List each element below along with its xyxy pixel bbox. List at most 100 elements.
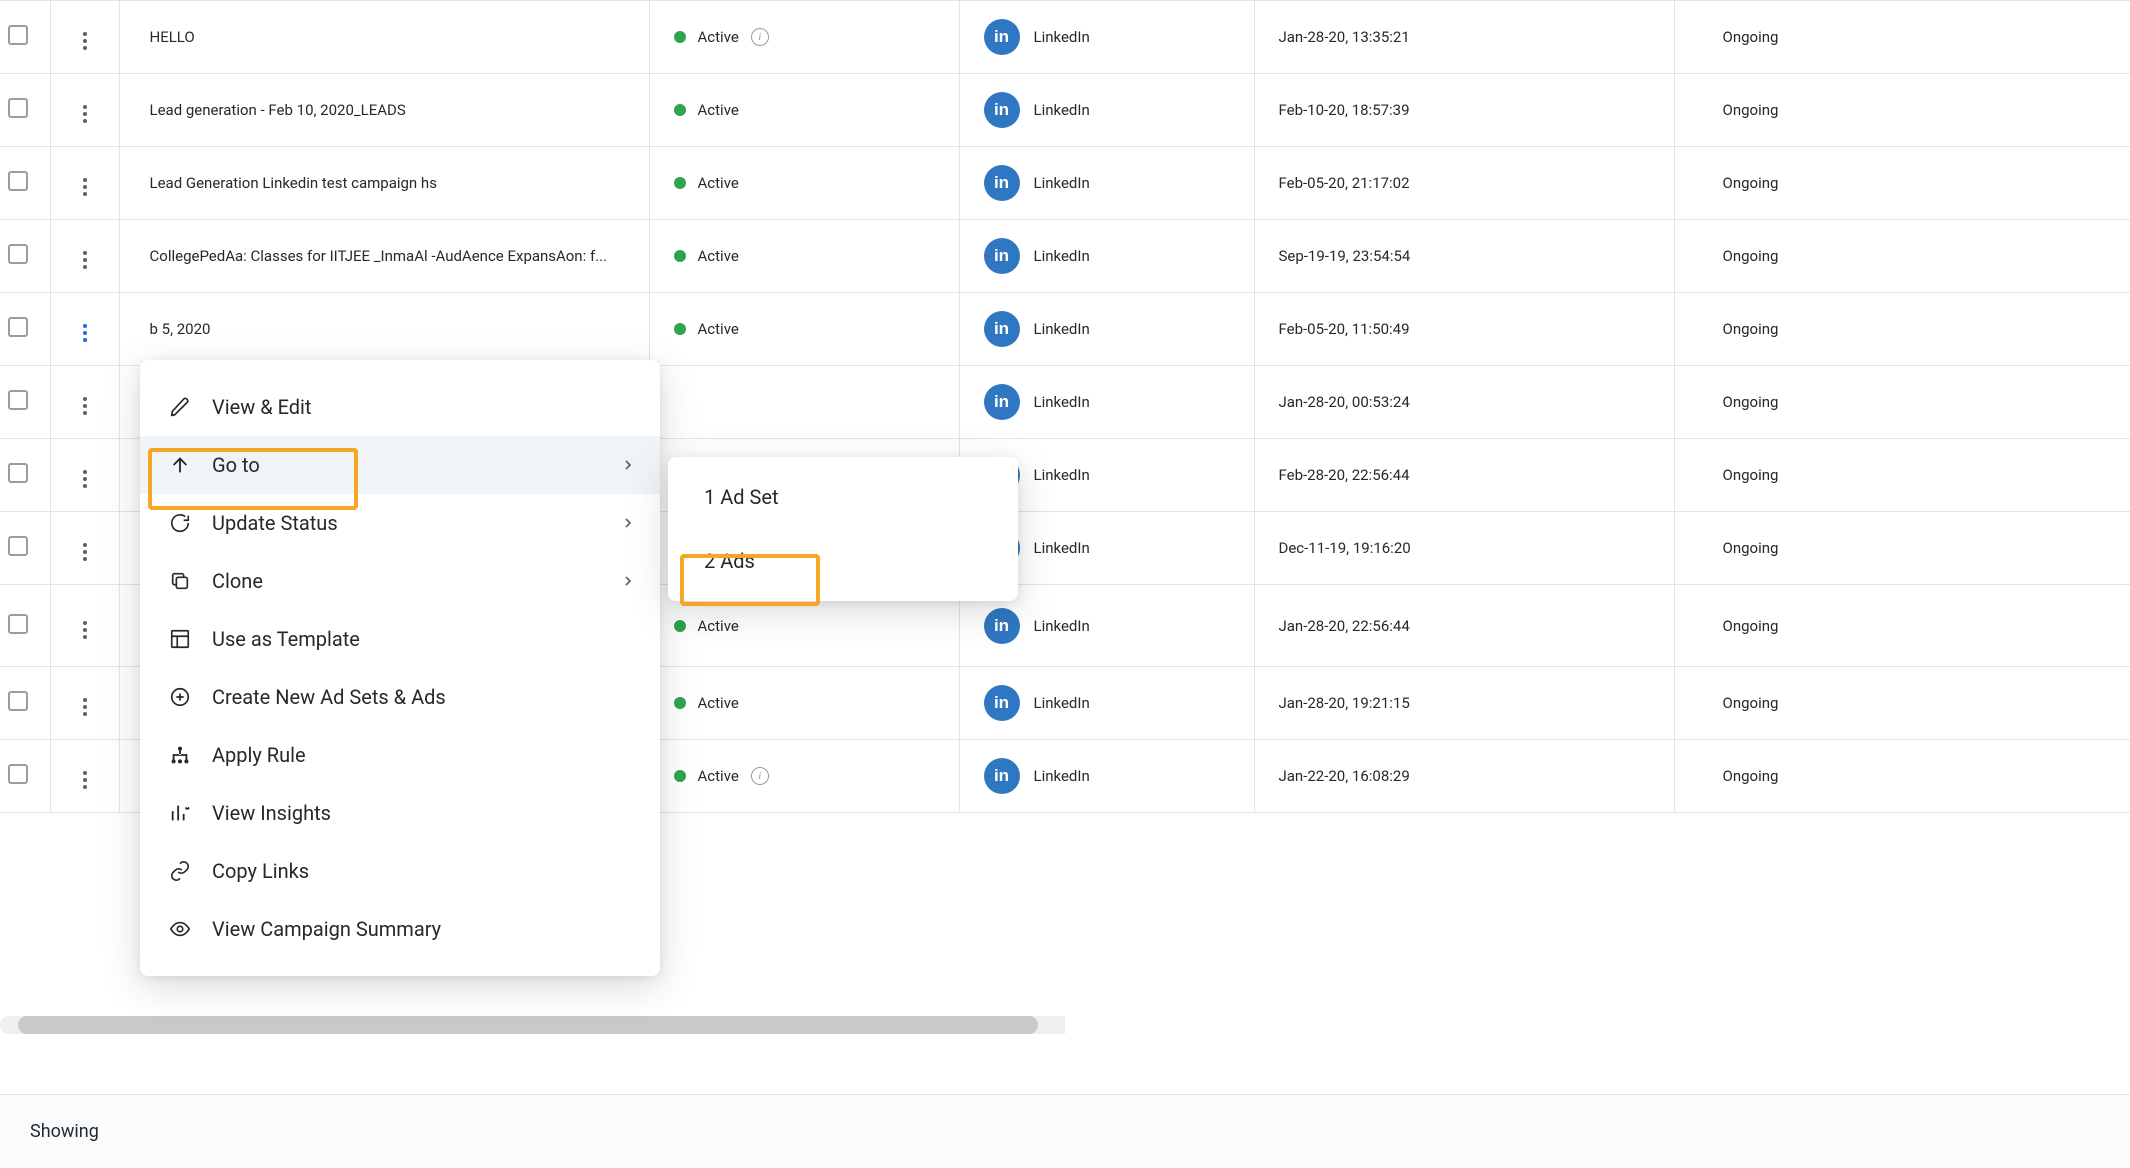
status-dot-icon	[674, 697, 686, 709]
kebab-icon[interactable]	[75, 322, 95, 344]
date-cell: Jan-22-20, 16:08:29	[1254, 740, 1674, 813]
link-icon	[168, 859, 192, 883]
linkedin-icon: in	[984, 758, 1020, 794]
kebab-icon[interactable]	[75, 619, 95, 641]
menu-label: Clone	[212, 569, 263, 593]
channel-label: LinkedIn	[1034, 174, 1090, 192]
channel-label: LinkedIn	[1034, 466, 1090, 484]
go-to-submenu: 1 Ad Set 2 Ads	[668, 457, 1018, 601]
submenu-ads[interactable]: 2 Ads	[668, 529, 1018, 593]
chevron-right-icon	[620, 573, 636, 589]
channel-cell: inLinkedIn	[959, 74, 1254, 147]
status-cell: Active	[649, 293, 959, 366]
table-row: Lead generation - Feb 10, 2020_LEADS Acti…	[0, 74, 2130, 147]
row-checkbox[interactable]	[8, 463, 28, 483]
kebab-icon[interactable]	[75, 468, 95, 490]
menu-label: Create New Ad Sets & Ads	[212, 685, 446, 709]
schedule-cell: Ongoing	[1674, 366, 2130, 439]
kebab-icon[interactable]	[75, 769, 95, 791]
row-checkbox[interactable]	[8, 317, 28, 337]
menu-view-insights[interactable]: View Insights	[140, 784, 660, 842]
row-checkbox[interactable]	[8, 390, 28, 410]
channel-cell: in LinkedIn	[959, 740, 1254, 813]
row-checkbox[interactable]	[8, 171, 28, 191]
kebab-icon[interactable]	[75, 176, 95, 198]
channel-cell: inLinkedIn	[959, 293, 1254, 366]
row-actions-cell	[50, 1, 119, 74]
info-icon[interactable]: i	[751, 767, 769, 785]
schedule-cell: Ongoing	[1674, 512, 2130, 585]
channel-label: LinkedIn	[1034, 767, 1090, 785]
table-row: b 5, 2020ActiveinLinkedInFeb-05-20, 11:5…	[0, 293, 2130, 366]
status-label: Active	[698, 320, 739, 338]
campaign-name-cell[interactable]: HELLO	[119, 1, 649, 74]
channel-label: LinkedIn	[1034, 539, 1090, 557]
plus-circle-icon	[168, 685, 192, 709]
row-checkbox[interactable]	[8, 536, 28, 556]
date-cell: Jan-28-20, 13:35:21	[1254, 1, 1674, 74]
row-actions-cell	[50, 740, 119, 813]
campaign-name-cell[interactable]: Lead generation - Feb 10, 2020_LEADS	[119, 74, 649, 147]
linkedin-icon: in	[984, 685, 1020, 721]
menu-apply-rule[interactable]: Apply Rule	[140, 726, 660, 784]
status-label: Active	[698, 617, 739, 635]
submenu-ad-set[interactable]: 1 Ad Set	[668, 465, 1018, 529]
status-dot-icon	[674, 620, 686, 632]
status-cell: Active	[649, 147, 959, 220]
menu-go-to[interactable]: Go to	[140, 436, 660, 494]
row-checkbox-cell	[0, 366, 50, 439]
status-dot-icon	[674, 250, 686, 262]
kebab-icon[interactable]	[75, 249, 95, 271]
row-checkbox-cell	[0, 740, 50, 813]
menu-clone[interactable]: Clone	[140, 552, 660, 610]
channel-cell: inLinkedIn	[959, 147, 1254, 220]
menu-label: Go to	[212, 453, 260, 477]
menu-update-status[interactable]: Update Status	[140, 494, 660, 552]
row-checkbox[interactable]	[8, 614, 28, 634]
channel-label: LinkedIn	[1034, 247, 1090, 265]
chevron-right-icon	[620, 515, 636, 531]
kebab-icon[interactable]	[75, 395, 95, 417]
kebab-icon[interactable]	[75, 541, 95, 563]
menu-use-as-template[interactable]: Use as Template	[140, 610, 660, 668]
row-actions-cell	[50, 667, 119, 740]
pencil-icon	[168, 395, 192, 419]
date-cell: Feb-10-20, 18:57:39	[1254, 74, 1674, 147]
row-checkbox[interactable]	[8, 691, 28, 711]
linkedin-icon: in	[984, 384, 1020, 420]
schedule-cell: Ongoing	[1674, 220, 2130, 293]
hierarchy-icon	[168, 743, 192, 767]
date-cell: Sep-19-19, 23:54:54	[1254, 220, 1674, 293]
row-checkbox-cell	[0, 585, 50, 667]
status-dot-icon	[674, 770, 686, 782]
menu-copy-links[interactable]: Copy Links	[140, 842, 660, 900]
kebab-icon[interactable]	[75, 696, 95, 718]
row-checkbox[interactable]	[8, 25, 28, 45]
info-icon[interactable]: i	[751, 28, 769, 46]
menu-create-new-adsets[interactable]: Create New Ad Sets & Ads	[140, 668, 660, 726]
menu-view-campaign-summary[interactable]: View Campaign Summary	[140, 900, 660, 958]
menu-view-edit[interactable]: View & Edit	[140, 378, 660, 436]
status-label: Active	[698, 694, 739, 712]
horizontal-scrollbar-thumb[interactable]	[18, 1016, 1038, 1034]
kebab-icon[interactable]	[75, 30, 95, 52]
schedule-cell: Ongoing	[1674, 147, 2130, 220]
row-checkbox[interactable]	[8, 98, 28, 118]
row-checkbox-cell	[0, 512, 50, 585]
status-label: Active	[698, 247, 739, 265]
kebab-icon[interactable]	[75, 103, 95, 125]
campaign-name-cell[interactable]: b 5, 2020	[119, 293, 649, 366]
row-checkbox[interactable]	[8, 244, 28, 264]
row-checkbox-cell	[0, 147, 50, 220]
date-cell: Jan-28-20, 19:21:15	[1254, 667, 1674, 740]
row-checkbox[interactable]	[8, 764, 28, 784]
row-actions-cell	[50, 366, 119, 439]
channel-label: LinkedIn	[1034, 320, 1090, 338]
status-label: Active	[698, 101, 739, 119]
row-actions-cell	[50, 585, 119, 667]
channel-cell: inLinkedIn	[959, 366, 1254, 439]
campaign-name-cell[interactable]: CollegePedAa: Classes for IITJEE _InmaAl…	[119, 220, 649, 293]
menu-label: Update Status	[212, 511, 338, 535]
schedule-cell: Ongoing	[1674, 439, 2130, 512]
campaign-name-cell[interactable]: Lead Generation Linkedin test campaign h…	[119, 147, 649, 220]
